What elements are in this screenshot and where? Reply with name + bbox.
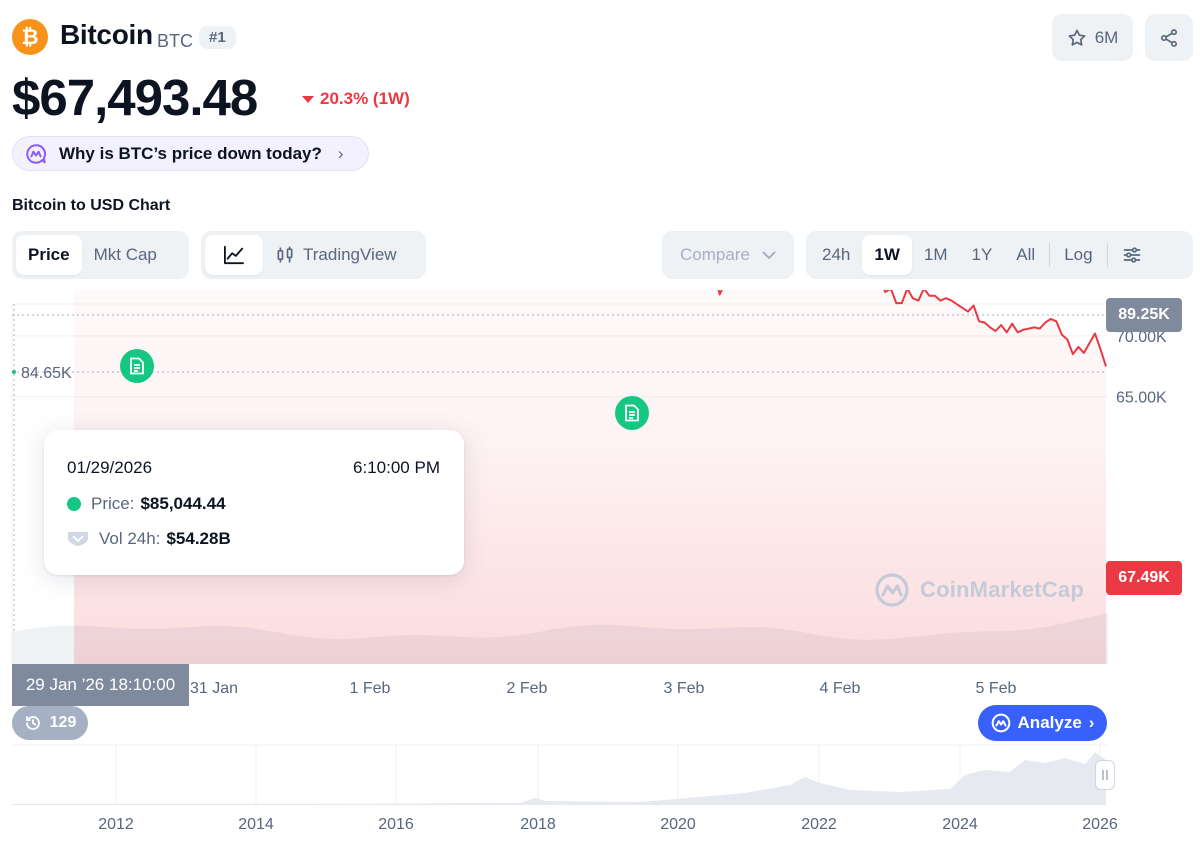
chevron-right-icon: ›	[1088, 713, 1095, 732]
grip-icon	[1102, 770, 1108, 780]
x-tick-label: 5 Feb	[976, 680, 1017, 697]
tab-tradingview[interactable]: TradingView	[263, 235, 409, 275]
navigator-year-label: 2020	[660, 816, 696, 833]
history-icon	[25, 716, 40, 730]
tooltip-price-value: $85,044.44	[140, 494, 226, 513]
analyze-icon	[991, 713, 1010, 733]
document-icon	[130, 357, 144, 375]
open-price-label: 84.65K	[21, 365, 72, 382]
news-marker[interactable]	[120, 349, 154, 383]
navigator-year-label: 2018	[520, 816, 556, 833]
navigator-year-label: 2012	[98, 816, 134, 833]
price-dot-icon	[67, 497, 81, 511]
navigator-year-label: 2026	[1082, 816, 1118, 833]
current-price-tag: 67.49K	[1106, 561, 1182, 595]
divider	[1049, 243, 1051, 267]
tab-1y[interactable]: 1Y	[960, 235, 1005, 275]
high-price-tag: 89.25K	[1106, 298, 1182, 332]
overview-navigator[interactable]: 2012 2014 2016 2018 2020 2022 2024 2026	[12, 744, 1118, 833]
chevron-right-icon: ›	[337, 143, 344, 163]
tooltip-volume-value: $54.28B	[166, 529, 231, 548]
log-toggle[interactable]: Log	[1052, 235, 1104, 275]
chart-tooltip: 01/29/2026 6:10:00 PM Price: $85,044.44 …	[44, 430, 464, 575]
tradingview-label: TradingView	[303, 245, 397, 264]
tooltip-price-row: Price: $85,044.44	[67, 494, 226, 514]
chart-title: Bitcoin to USD Chart	[12, 197, 171, 214]
coinmarketcap-watermark: CoinMarketCap	[874, 572, 1084, 608]
share-icon	[1161, 28, 1177, 47]
x-tick-label: 1 Feb	[350, 680, 391, 697]
watermark-text: CoinMarketCap	[920, 577, 1084, 602]
why-price-down-button[interactable]: Why is BTC’s price down today? ›	[12, 136, 369, 171]
tab-line-chart[interactable]	[205, 235, 263, 275]
bitcoin-logo-icon: ₿	[12, 19, 48, 55]
analyze-label: Analyze	[1017, 713, 1082, 732]
chevron-down-icon	[762, 251, 776, 259]
sliders-icon	[1123, 247, 1140, 263]
tooltip-volume-row: Vol 24h: $54.28B	[67, 529, 231, 549]
x-tick-label: 31 Jan	[190, 680, 238, 697]
navigator-year-label: 2024	[942, 816, 978, 833]
coin-name: Bitcoin	[60, 19, 153, 50]
tab-mkt-cap[interactable]: Mkt Cap	[82, 235, 169, 275]
divider	[1106, 243, 1108, 267]
coinmarketcap-logo-icon	[875, 573, 909, 607]
compare-label: Compare	[680, 245, 750, 264]
tab-price[interactable]: Price	[16, 235, 82, 275]
rank-badge: #1	[199, 26, 236, 49]
tab-24h[interactable]: 24h	[810, 235, 862, 275]
price-change-value: 20.3% (1W)	[320, 89, 410, 108]
watchlist-count: 6M	[1094, 27, 1119, 47]
history-count: 129	[49, 714, 77, 731]
down-arrow-icon	[302, 95, 314, 103]
tab-1m[interactable]: 1M	[912, 235, 960, 275]
compare-dropdown[interactable]: Compare	[662, 231, 794, 279]
analyze-button[interactable]: Analyze ›	[978, 705, 1107, 741]
navigator-year-label: 2016	[378, 816, 414, 833]
why-price-down-label: Why is BTC’s price down today?	[59, 143, 322, 163]
news-marker[interactable]	[615, 396, 649, 430]
range-tabs: 24h 1W 1M 1Y All Log	[806, 231, 1193, 279]
open-point	[12, 370, 16, 374]
chart-style-tabs: TradingView	[201, 231, 426, 279]
star-icon	[1068, 29, 1086, 46]
share-button[interactable]	[1145, 14, 1193, 61]
y-tick-label: 65.00K	[1116, 390, 1167, 407]
ai-insight-icon	[26, 143, 47, 164]
line-chart-icon	[224, 245, 244, 265]
history-button[interactable]: 129	[12, 706, 88, 740]
tooltip-price-label: Price:	[91, 494, 135, 513]
watchlist-button[interactable]: 6M	[1052, 14, 1133, 61]
tab-1w[interactable]: 1W	[862, 235, 912, 275]
bitcoin-logo-glyph: ₿	[21, 24, 39, 49]
tab-all[interactable]: All	[1004, 235, 1047, 275]
document-icon	[625, 404, 639, 422]
volume-shield-icon	[68, 532, 88, 546]
tooltip-date: 01/29/2026	[67, 458, 153, 477]
tooltip-time: 6:10:00 PM	[353, 458, 440, 477]
chart-settings-button[interactable]	[1110, 235, 1154, 275]
candlestick-icon	[277, 246, 293, 263]
current-price: $67,493.48	[12, 69, 258, 126]
x-tick-label: 3 Feb	[664, 680, 705, 697]
crosshair-date-label: 29 Jan ’26 18:10:00	[12, 664, 189, 706]
navigator-handle[interactable]	[1095, 760, 1115, 790]
tooltip-volume-label: Vol 24h:	[99, 529, 161, 548]
x-tick-label: 4 Feb	[820, 680, 861, 697]
x-tick-label: 2 Feb	[507, 680, 548, 697]
navigator-year-label: 2014	[238, 816, 274, 833]
price-change: 20.3% (1W)	[302, 89, 410, 109]
metric-tabs: Price Mkt Cap	[12, 231, 189, 279]
navigator-year-label: 2022	[801, 816, 837, 833]
coin-symbol: BTC	[157, 31, 193, 51]
